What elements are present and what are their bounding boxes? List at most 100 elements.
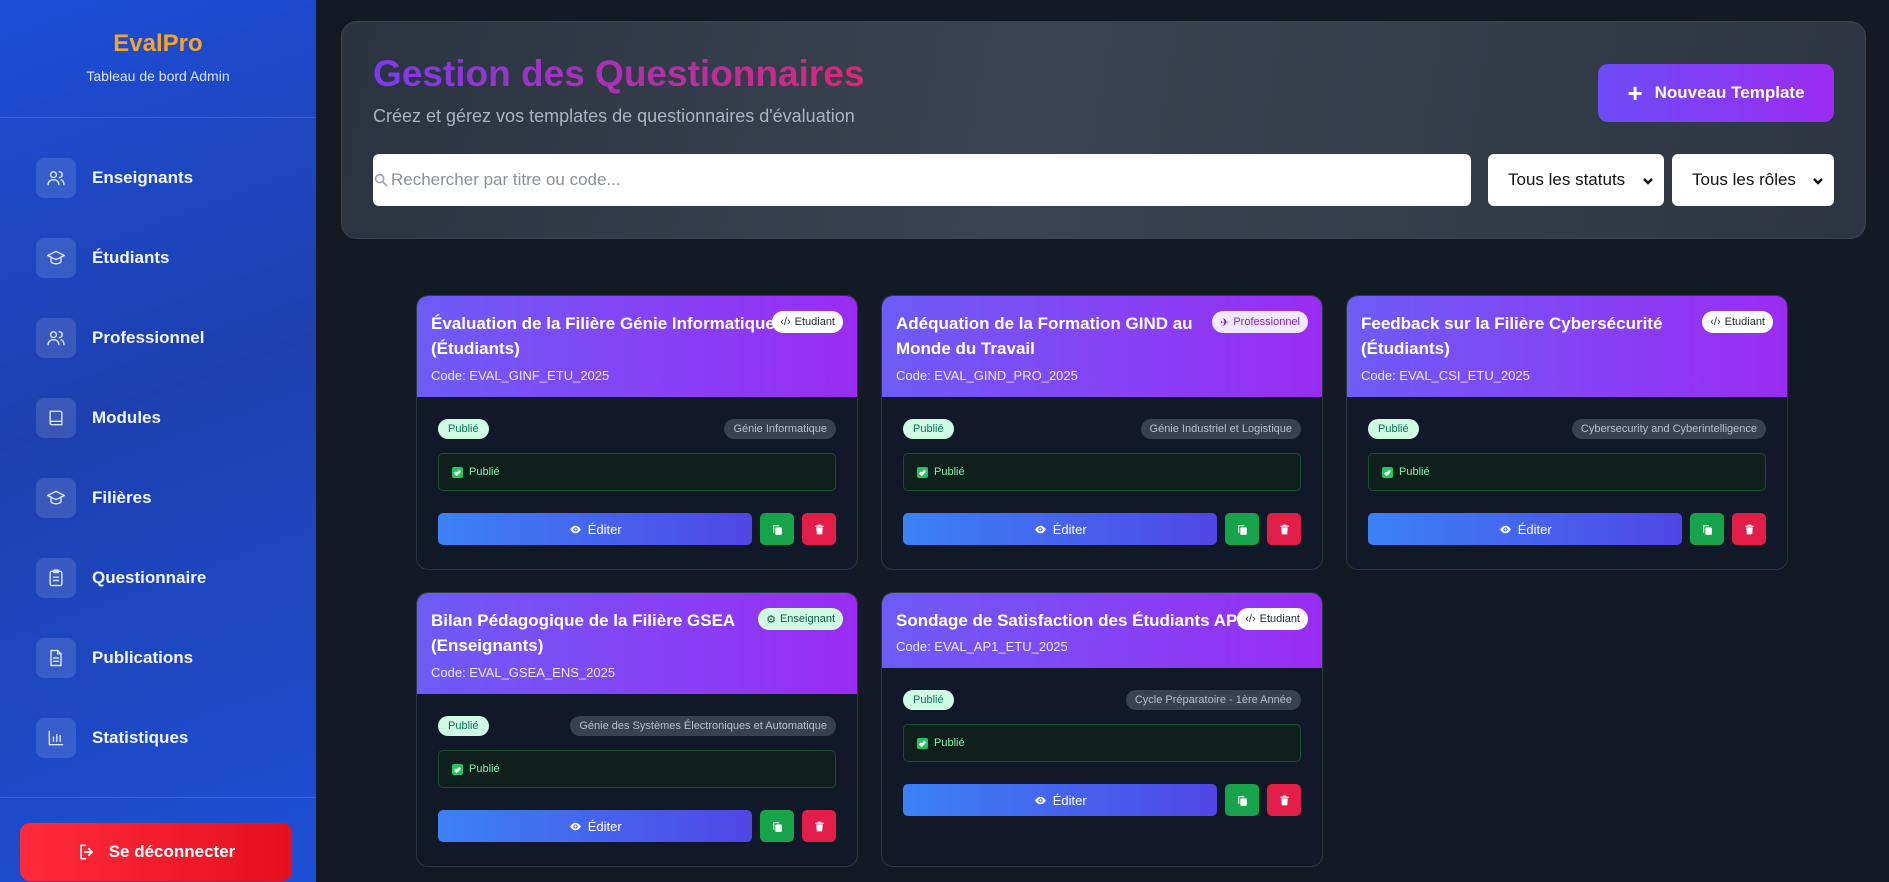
status-badge: Publié: [438, 419, 489, 439]
plus-icon: +: [1627, 78, 1643, 108]
file-text-icon: [36, 638, 76, 678]
edit-button[interactable]: Éditer: [903, 784, 1218, 816]
delete-button[interactable]: [802, 810, 837, 842]
sidebar-item-professionnel[interactable]: Professionnel: [36, 318, 204, 358]
edit-button[interactable]: Éditer: [1368, 513, 1683, 545]
status-filter-select[interactable]: Tous les statuts: [1488, 154, 1664, 206]
search-input[interactable]: [389, 154, 1471, 206]
duplicate-button[interactable]: [1225, 513, 1260, 545]
card-code: Code: EVAL_GSEA_ENS_2025: [431, 665, 616, 680]
card-title: Évaluation de la Filière Génie Informati…: [431, 314, 775, 358]
card-header: Feedback sur la Filière Cybersécurité (É…: [1347, 296, 1787, 397]
duplicate-button[interactable]: [760, 810, 795, 842]
card-body: Publié Génie Informatique Publié Éditer: [417, 397, 857, 566]
copy-icon: [1702, 524, 1712, 535]
users-cog-icon: ⚙: [766, 613, 776, 626]
clipboard-icon: [36, 558, 76, 598]
status-badge: Publié: [438, 716, 489, 736]
status-box: Publié: [903, 453, 1301, 491]
edit-button[interactable]: Éditer: [438, 810, 753, 842]
check-icon: [917, 466, 928, 478]
status-filter-value: Tous les statuts: [1508, 170, 1626, 189]
edit-button[interactable]: Éditer: [438, 513, 753, 545]
card-code: Code: EVAL_AP1_ETU_2025: [896, 639, 1068, 654]
sidebar-item-label: Étudiants: [92, 248, 170, 267]
card-body: Publié Cycle Préparatoire - 1ère Année P…: [882, 668, 1322, 837]
sidebar-item-enseignants[interactable]: Enseignants: [36, 158, 193, 198]
card-header: Adéquation de la Formation GIND au Monde…: [882, 296, 1322, 397]
status-box-label: Publié: [1399, 466, 1430, 478]
duplicate-button[interactable]: [760, 513, 795, 545]
card-body: Publié Génie des Systèmes Électroniques …: [417, 694, 857, 863]
status-box: Publié: [1368, 453, 1766, 491]
sidebar: EvalPro Tableau de bord Admin Enseignant…: [0, 0, 316, 882]
card-header: Sondage de Satisfaction des Étudiants AP…: [882, 593, 1322, 668]
chevron-down-icon: [1812, 172, 1824, 185]
duplicate-button[interactable]: [1225, 784, 1260, 816]
status-box-label: Publié: [469, 763, 500, 775]
new-template-label: Nouveau Template: [1654, 83, 1805, 102]
sidebar-item-etudiants[interactable]: Étudiants: [36, 238, 169, 278]
edit-label: Éditer: [587, 521, 622, 537]
page-header: Gestion des Questionnaires Créez et gére…: [341, 21, 1866, 239]
role-label: Professionnel: [1233, 316, 1300, 328]
template-card: Bilan Pédagogique de la Filière GSEA (En…: [416, 592, 858, 867]
page-title: Gestion des Questionnaires: [373, 53, 865, 94]
sidebar-item-filieres[interactable]: Filières: [36, 478, 152, 518]
filiere-badge: Cycle Préparatoire - 1ère Année: [1125, 690, 1301, 710]
card-header: Évaluation de la Filière Génie Informati…: [417, 296, 857, 397]
role-badge: ⚙ Enseignant: [758, 608, 843, 630]
check-icon: [452, 763, 463, 775]
trash-icon: [814, 524, 824, 534]
delete-button[interactable]: [1267, 784, 1302, 816]
card-code: Code: EVAL_GINF_ETU_2025: [431, 368, 610, 383]
edit-label: Éditer: [1517, 521, 1552, 537]
sidebar-divider: [0, 797, 316, 798]
card-body: Publié Cybersecurity and Cyberintelligen…: [1347, 397, 1787, 566]
check-icon: [1382, 466, 1393, 478]
brand-name: EvalPro: [113, 30, 203, 57]
sidebar-item-label: Questionnaire: [92, 568, 207, 587]
role-filter-select[interactable]: Tous les rôles: [1672, 154, 1834, 206]
new-template-button[interactable]: + Nouveau Template: [1598, 64, 1834, 122]
delete-button[interactable]: [802, 513, 837, 545]
card-title: Sondage de Satisfaction des Étudiants AP…: [896, 611, 1247, 630]
users-icon: [36, 318, 76, 358]
trash-icon: [1744, 524, 1754, 534]
edit-label: Éditer: [1052, 792, 1087, 808]
eye-icon: [1034, 796, 1046, 804]
users-icon: [36, 158, 76, 198]
copy-icon: [1237, 795, 1247, 806]
template-card: Sondage de Satisfaction des Étudiants AP…: [881, 592, 1323, 867]
logout-label: Se déconnecter: [108, 842, 236, 861]
role-badge: ‹/› Etudiant: [772, 311, 843, 333]
edit-label: Éditer: [1052, 521, 1087, 537]
logout-button[interactable]: Se déconnecter: [20, 823, 292, 881]
card-header: Bilan Pédagogique de la Filière GSEA (En…: [417, 593, 857, 694]
sidebar-item-label: Filières: [92, 488, 152, 507]
sidebar-item-label: Modules: [92, 408, 161, 427]
sidebar-item-modules[interactable]: Modules: [36, 398, 161, 438]
role-badge: ✈ Professionnel: [1212, 311, 1308, 333]
chevron-down-icon: [1642, 172, 1654, 185]
status-box-label: Publié: [934, 466, 965, 478]
graduation-cap-icon: [36, 478, 76, 518]
code-icon: ‹/›: [780, 316, 791, 328]
role-label: Etudiant: [794, 316, 835, 328]
sidebar-item-questionnaire[interactable]: Questionnaire: [36, 558, 206, 598]
edit-button[interactable]: Éditer: [903, 513, 1218, 545]
sidebar-item-publications[interactable]: Publications: [36, 638, 193, 678]
eye-icon: [1499, 525, 1511, 533]
duplicate-button[interactable]: [1690, 513, 1725, 545]
eye-icon: [569, 822, 581, 830]
card-title: Bilan Pédagogique de la Filière GSEA (En…: [431, 611, 735, 655]
card-body: Publié Génie Industriel et Logistique Pu…: [882, 397, 1322, 566]
sidebar-item-statistiques[interactable]: Statistiques: [36, 718, 188, 758]
template-card: Évaluation de la Filière Génie Informati…: [416, 295, 858, 570]
delete-button[interactable]: [1732, 513, 1767, 545]
role-badge: ‹/› Etudiant: [1702, 311, 1773, 333]
code-icon: ‹/›: [1710, 316, 1721, 328]
graduation-cap-icon: [36, 238, 76, 278]
copy-icon: [772, 524, 782, 535]
delete-button[interactable]: [1267, 513, 1302, 545]
